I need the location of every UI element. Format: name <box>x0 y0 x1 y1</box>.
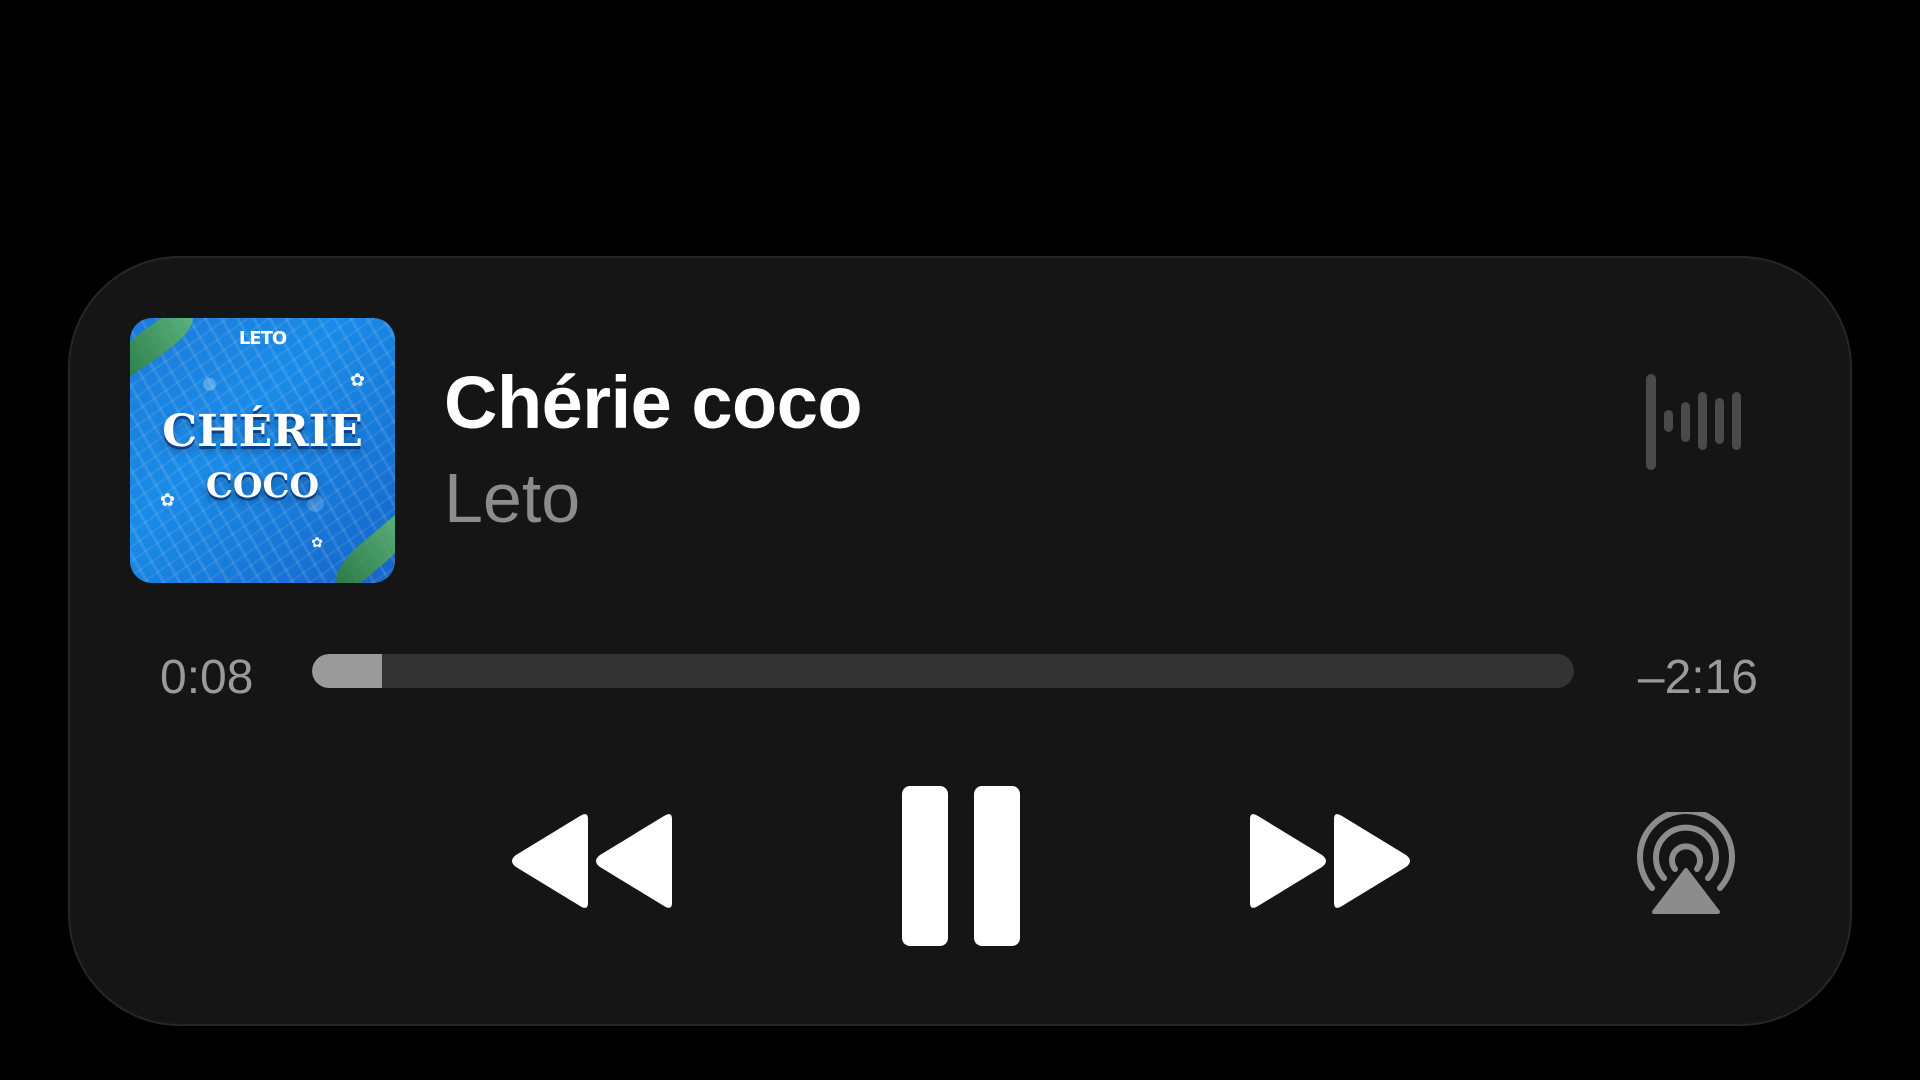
waveform-icon <box>1642 374 1742 470</box>
pause-icon <box>902 786 1020 946</box>
elapsed-time: 0:08 <box>160 651 254 704</box>
artist-name[interactable]: Leto <box>444 458 580 538</box>
now-playing-card: ✿ ✿ ✿ LETO CHÉRIE COCO Chérie coco Leto … <box>68 256 1852 1026</box>
backward-icon <box>512 814 672 908</box>
album-artwork[interactable]: ✿ ✿ ✿ LETO CHÉRIE COCO <box>130 318 395 583</box>
flower-graphic: ✿ <box>349 370 365 390</box>
screen: ✿ ✿ ✿ LETO CHÉRIE COCO Chérie coco Leto … <box>0 0 1920 1080</box>
forward-icon <box>1250 814 1410 908</box>
airplay-audio-icon <box>1637 812 1735 914</box>
song-title[interactable]: Chérie coco <box>444 360 863 445</box>
rewind-button[interactable] <box>508 811 676 911</box>
pause-button[interactable] <box>900 786 1022 946</box>
artwork-title-line1: CHÉRIE <box>162 406 363 457</box>
progress-scrubber[interactable] <box>312 654 1574 688</box>
airplay-button[interactable] <box>1634 812 1738 916</box>
flower-graphic: ✿ <box>311 534 323 550</box>
progress-fill <box>312 654 383 688</box>
forward-button[interactable] <box>1246 811 1414 911</box>
artwork-brand-logo: LETO <box>238 328 287 349</box>
artwork-title-line2: COCO <box>205 466 320 506</box>
remaining-time: –2:16 <box>1637 651 1758 704</box>
